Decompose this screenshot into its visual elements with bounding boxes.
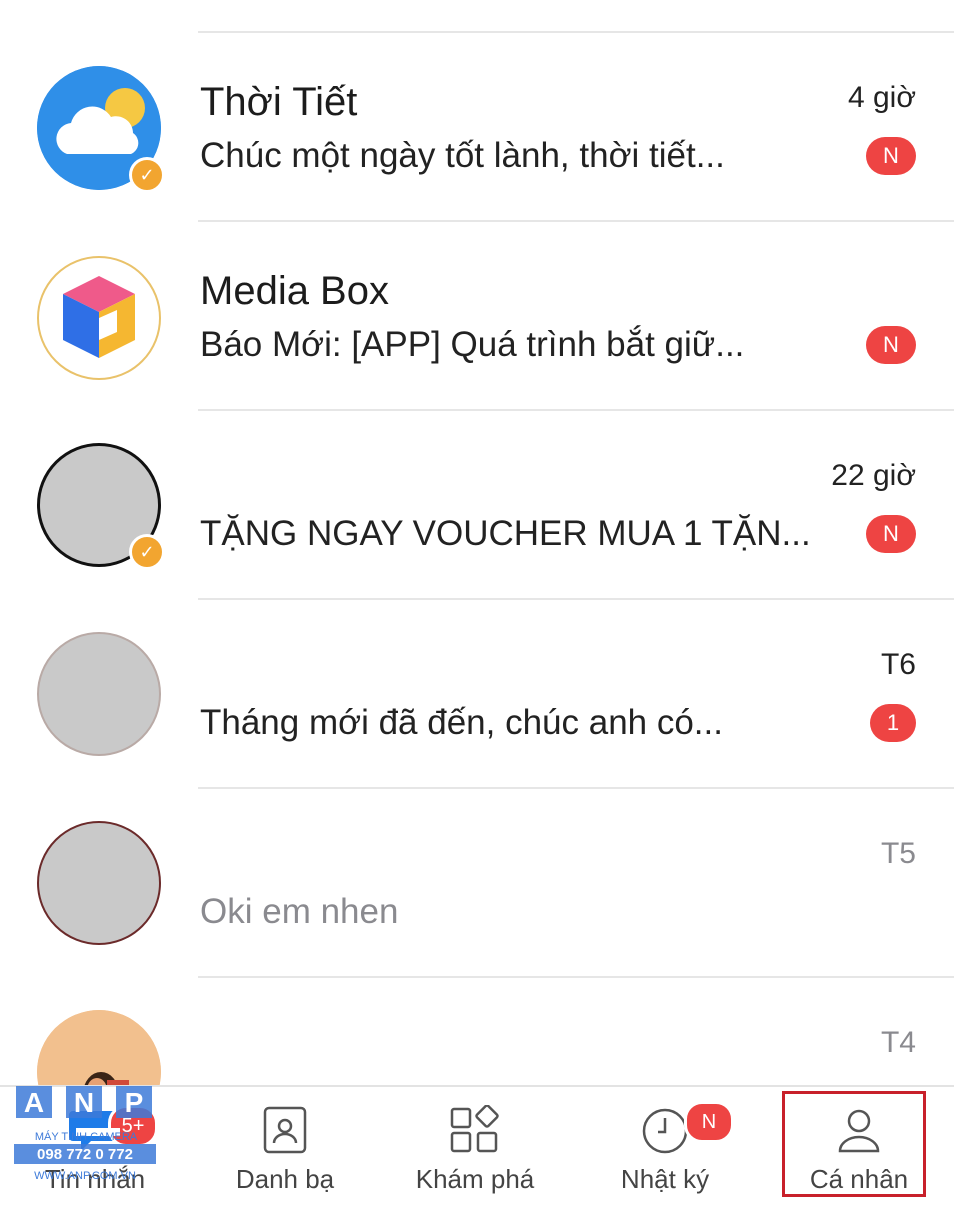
timeline-badge: N [684,1101,734,1143]
conversation-title: Media Box [200,269,389,313]
unread-count-badge: 1 [870,704,916,742]
conversation-time: T4 [880,1026,916,1059]
svg-text:A: A [24,1087,44,1118]
contacts-icon [262,1105,308,1160]
contact-avatar [37,632,161,756]
svg-text:N: N [74,1087,94,1118]
conversation-preview: Tháng mới đã đến, chúc anh có... [200,703,723,742]
unread-badge: N [866,137,916,175]
conversation-time: T6 [880,648,916,681]
svg-text:WWW.ANP.COM.VN: WWW.ANP.COM.VN [34,1170,136,1182]
contact-avatar [37,1010,161,1085]
conversation-time: 4 giờ [847,81,916,114]
media-box-avatar [37,256,161,380]
contact-avatar [37,821,161,945]
svg-text:P: P [125,1087,144,1118]
conversation-title: Thời Tiết [200,80,358,124]
unread-badge: N [866,515,916,553]
tab-contacts[interactable]: Danh bạ [190,1087,380,1202]
unread-badge: N [866,326,916,364]
conversation-preview: TẶNG NGAY VOUCHER MUA 1 TẶN... [200,514,811,553]
tab-label: Nhật ký [620,1164,710,1194]
verified-badge-icon: ✓ [129,157,165,193]
cube-icon [63,276,135,358]
conversation-item-weather[interactable]: ✓ Thời Tiết Chúc một ngày tốt lành, thời… [0,33,954,222]
person-illustration-icon [37,1010,161,1085]
tab-label: Danh bạ [235,1164,335,1194]
verified-badge-icon: ✓ [129,534,165,570]
tab-discover[interactable]: Khám phá [380,1087,570,1202]
clock-icon [640,1105,690,1160]
anp-watermark-logo: A N P MÁY TÍNH CAMERA 098 772 0 772 WWW.… [14,1082,156,1200]
conversation-item-media-box[interactable]: Media Box Báo Mới: [APP] Quá trình bắt g… [0,222,954,411]
conversation-item-new-month[interactable]: Tháng mới đã đến, chúc anh có... T6 1 [0,600,954,789]
conversation-item-oki[interactable]: Oki em nhen T5 [0,789,954,978]
conversation-preview: Chúc một ngày tốt lành, thời tiết... [200,136,725,175]
conversation-item-voucher[interactable]: ✓ TẶNG NGAY VOUCHER MUA 1 TẶN... 22 giờ … [0,411,954,600]
tab-label: Khám phá [415,1164,535,1194]
svg-text:098 772 0 772: 098 772 0 772 [37,1146,133,1163]
apps-grid-icon [449,1104,501,1160]
conversation-time: 22 giờ [831,459,916,492]
highlight-box [782,1091,926,1197]
svg-text:MÁY TÍNH CAMERA: MÁY TÍNH CAMERA [35,1130,138,1143]
conversation-preview: Oki em nhen [200,892,399,931]
conversation-time: T5 [880,837,916,870]
conversation-list: ✓ Thời Tiết Chúc một ngày tốt lành, thời… [0,0,954,1085]
conversation-item-partial[interactable]: T4 [0,978,954,1085]
tab-timeline[interactable]: N Nhật ký [570,1087,760,1202]
conversation-preview: Báo Mới: [APP] Quá trình bắt giữ... [200,325,745,364]
